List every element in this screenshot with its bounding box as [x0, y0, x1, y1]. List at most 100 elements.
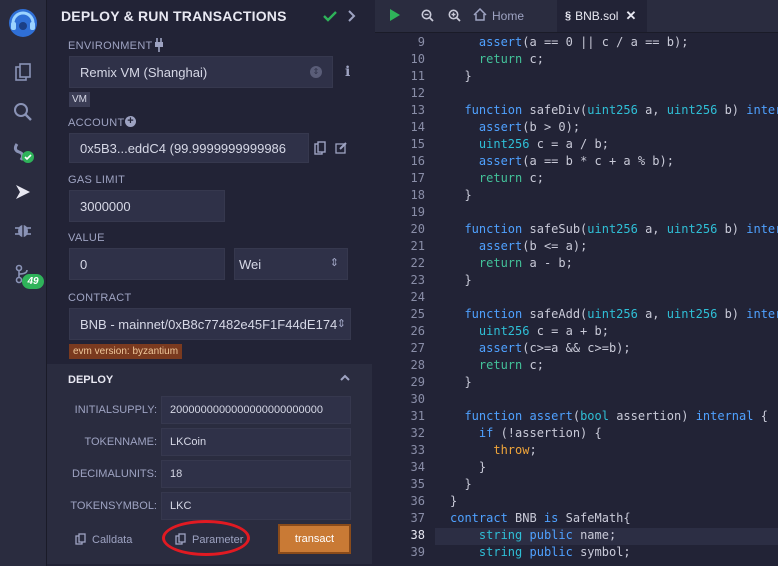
solidity-compiler-icon[interactable] — [11, 140, 35, 164]
copy-icon — [75, 532, 86, 548]
param-initialsupply-input[interactable]: 2000000000000000000000000 — [161, 396, 351, 424]
tab-home[interactable]: Home — [473, 0, 524, 32]
line-number: 12 — [410, 86, 425, 100]
param-tokenname-label: TOKENNAME: — [84, 436, 157, 448]
value-label: VALUE — [68, 232, 105, 244]
account-value: 0x5B3...eddC4 (99.9999999999986 — [80, 140, 287, 156]
debugger-icon[interactable] — [11, 218, 35, 242]
code-line: function safeAdd(uint256 a, uint256 b) i… — [464, 307, 778, 321]
gas-limit-label: GAS LIMIT — [68, 174, 126, 186]
tab-bnb-sol-label: BNB.sol — [575, 9, 619, 23]
contract-label: CONTRACT — [68, 292, 132, 304]
deploy-label: DEPLOY — [68, 374, 114, 386]
code-line: function safeDiv(uint256 a, uint256 b) i… — [464, 103, 778, 117]
contract-value: BNB - mainnet/0xB8c77482e45F1F44dE174 — [80, 316, 338, 332]
code-line: if (!assertion) { — [478, 426, 602, 440]
environment-label: ENVIRONMENT — [68, 40, 153, 52]
calldata-button[interactable]: Calldata — [75, 530, 132, 550]
file-explorer-icon[interactable] — [11, 60, 35, 84]
line-number: 16 — [410, 154, 425, 168]
edit-account-icon[interactable] — [335, 141, 348, 159]
code-line: uint256 c = a / b; — [478, 137, 609, 151]
select-arrows-icon: ⇕ — [310, 66, 322, 78]
chevron-up-icon[interactable] — [339, 370, 351, 388]
line-number: 36 — [410, 494, 425, 508]
code-line: assert(a == b * c + a % b); — [478, 154, 674, 168]
line-number: 32 — [410, 426, 425, 440]
value-unit: Wei — [239, 256, 262, 272]
code-line: } — [450, 494, 458, 508]
code-line: assert(a == 0 || c / a == b); — [478, 35, 689, 49]
gas-limit-input[interactable]: 3000000 — [69, 190, 225, 222]
icon-panel: 49 — [0, 0, 47, 566]
code-line: function assert(bool assertion) internal… — [464, 409, 768, 423]
contract-select[interactable]: BNB - mainnet/0xB8c77482e45F1F44dE174 ⇕ — [69, 308, 351, 340]
environment-select[interactable]: Remix VM (Shanghai) ⇕ — [69, 56, 333, 88]
remix-logo-icon[interactable] — [6, 6, 40, 40]
vm-badge: VM — [69, 92, 90, 107]
compile-success-icon — [323, 9, 337, 28]
value-unit-select[interactable]: Wei ⇕ — [234, 248, 348, 280]
search-icon[interactable] — [11, 100, 35, 124]
account-select[interactable]: 0x5B3...eddC4 (99.9999999999986 — [69, 133, 309, 163]
highlight-ellipse — [162, 520, 250, 556]
line-number: 37 — [410, 511, 425, 525]
value-input[interactable]: 0 — [69, 248, 225, 280]
chevron-right-icon[interactable] — [347, 9, 357, 28]
calldata-label: Calldata — [92, 534, 133, 546]
param-tokenname-input[interactable]: LKCoin — [161, 428, 351, 456]
info-icon[interactable]: i — [345, 64, 350, 80]
line-number: 18 — [410, 188, 425, 202]
add-account-icon[interactable]: + — [125, 116, 136, 127]
code-line: return a - b; — [478, 256, 573, 270]
zoom-out-icon[interactable] — [421, 9, 434, 27]
param-tokensymbol-input[interactable]: LKC — [161, 492, 351, 520]
code-line: } — [450, 273, 472, 287]
code-line: function safeSub(uint256 a, uint256 b) i… — [464, 222, 778, 236]
close-icon[interactable]: ✕ — [625, 8, 636, 24]
line-number: 22 — [410, 256, 425, 270]
deploy-section-header[interactable]: DEPLOY INITIALSUPPLY: 200000000000000000… — [47, 364, 372, 564]
line-number: 30 — [410, 392, 425, 406]
tab-bnb-sol[interactable]: § BNB.sol ✕ — [557, 0, 647, 32]
line-number: 35 — [410, 477, 425, 491]
line-number: 34 — [410, 460, 425, 474]
run-script-icon[interactable] — [389, 8, 401, 27]
line-number: 39 — [410, 545, 425, 559]
code-line: } — [450, 188, 472, 202]
tab-home-label: Home — [492, 9, 525, 23]
line-number: 29 — [410, 375, 425, 389]
evm-version-badge: evm version: byzantium — [69, 344, 183, 359]
code-line: assert(c>=a && c>=b); — [478, 341, 631, 355]
code-line: } — [450, 477, 472, 491]
line-number: 33 — [410, 443, 425, 457]
line-number: 20 — [410, 222, 425, 236]
code-line: } — [450, 375, 472, 389]
param-decimalunits-input[interactable]: 18 — [161, 460, 351, 488]
line-number: 13 — [410, 103, 425, 117]
deploy-run-icon[interactable] — [11, 180, 35, 204]
line-number: 26 — [410, 324, 425, 338]
code-line: return c; — [478, 52, 544, 66]
line-number: 14 — [410, 120, 425, 134]
code-line: } — [450, 460, 487, 474]
panel-title: DEPLOY & RUN TRANSACTIONS — [61, 8, 287, 24]
line-number: 27 — [410, 341, 425, 355]
editor-tab-bar: Home § BNB.sol ✕ — [375, 0, 778, 33]
select-arrows-icon: ⇕ — [336, 318, 346, 330]
line-number: 38 — [410, 528, 425, 542]
code-line: contract BNB is SafeMath{ — [450, 511, 631, 525]
code-line: string public symbol; — [478, 545, 631, 559]
code-line: string public name; — [478, 528, 617, 542]
solidity-file-icon: § — [565, 10, 572, 22]
copy-account-icon[interactable] — [314, 141, 326, 160]
param-initialsupply-label: INITIALSUPPLY: — [74, 404, 157, 416]
param-decimalunits-label: DECIMALUNITS: — [72, 468, 157, 480]
transact-button[interactable]: transact — [278, 524, 351, 554]
zoom-in-icon[interactable] — [448, 9, 461, 27]
line-number: 21 — [410, 239, 425, 253]
account-label: ACCOUNT — [68, 117, 125, 129]
code-line: assert(b > 0); — [478, 120, 581, 134]
code-editor[interactable]: 9 assert(a == 0 || c / a == b); 10 return… — [375, 33, 778, 566]
select-arrows-icon: ⇕ — [329, 257, 339, 269]
